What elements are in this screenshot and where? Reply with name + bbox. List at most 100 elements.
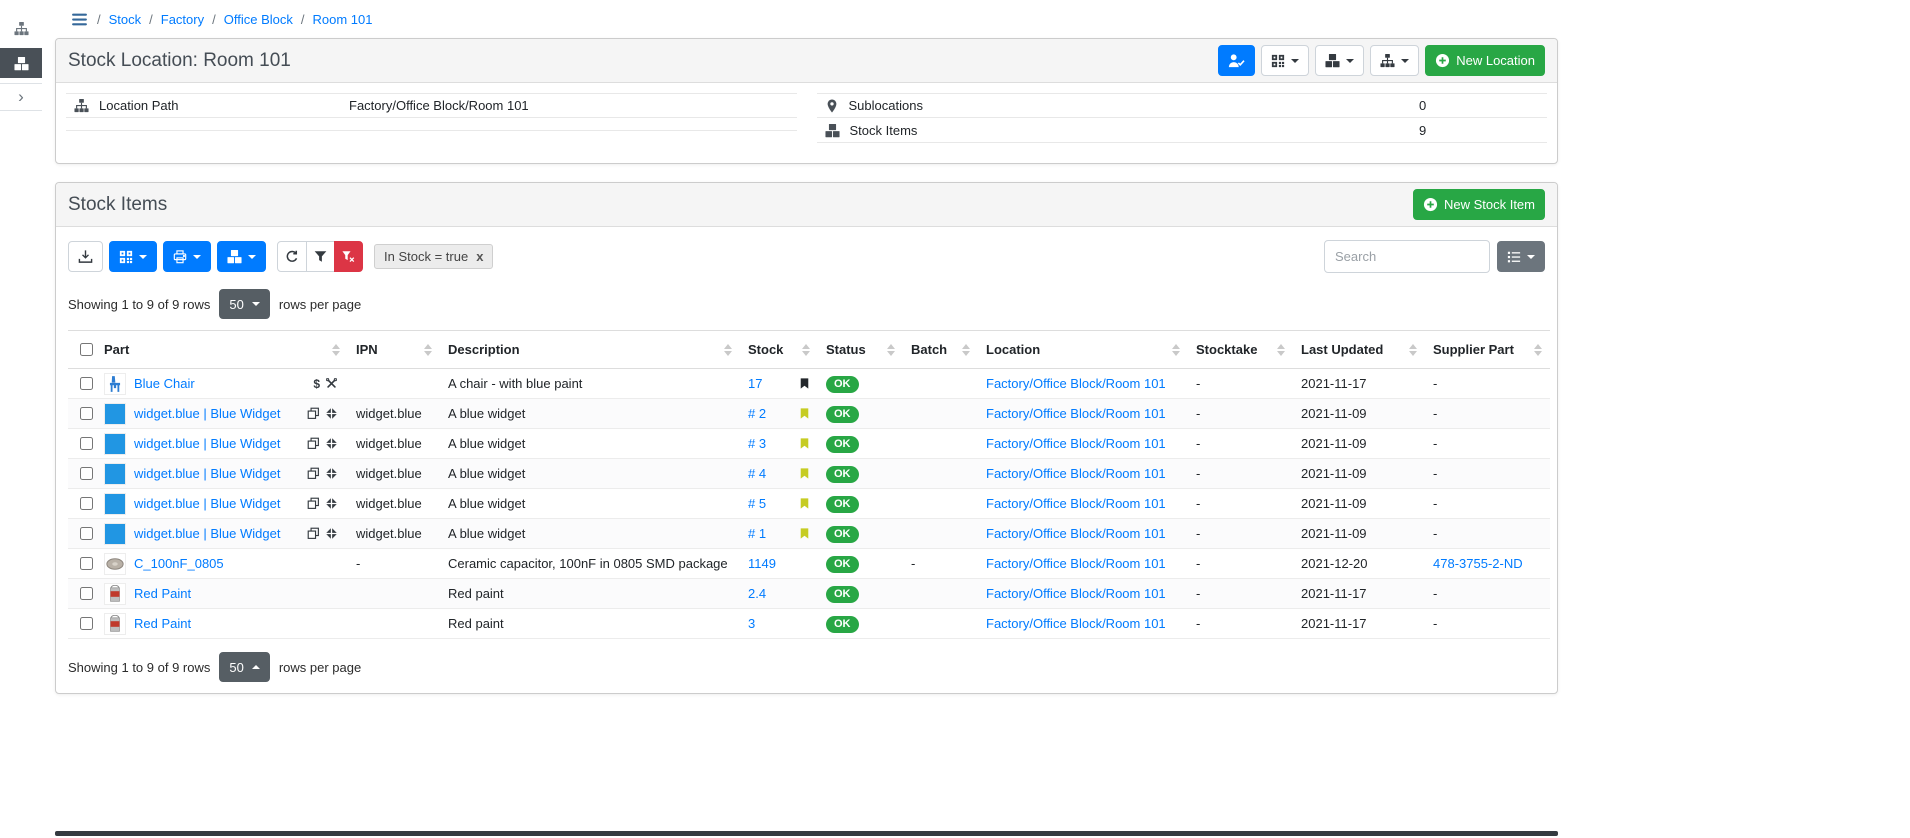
row-checkbox[interactable]	[80, 587, 93, 600]
sort-icon[interactable]	[887, 344, 895, 356]
column-header-batch[interactable]: Batch	[903, 331, 978, 369]
part-flags	[307, 407, 340, 420]
stock-link[interactable]: # 5	[748, 496, 766, 511]
sidebar-item-part-categories[interactable]	[0, 13, 42, 43]
sort-icon[interactable]	[424, 344, 432, 356]
column-header-supplier-part[interactable]: Supplier Part	[1425, 331, 1550, 369]
column-header-ipn[interactable]: IPN	[348, 331, 440, 369]
location-link[interactable]: Factory/Office Block/Room 101	[986, 556, 1166, 571]
sort-icon[interactable]	[724, 344, 732, 356]
stock-link[interactable]: # 3	[748, 436, 766, 451]
column-header-stock[interactable]: Stock	[740, 331, 818, 369]
print-actions-button[interactable]	[163, 241, 211, 272]
stock-link[interactable]: 17	[748, 376, 762, 391]
part-link[interactable]: Red Paint	[134, 616, 191, 631]
barcode-actions-button[interactable]	[109, 241, 157, 272]
column-header-last-updated[interactable]: Last Updated	[1293, 331, 1425, 369]
row-checkbox[interactable]	[80, 377, 93, 390]
column-header-location[interactable]: Location	[978, 331, 1188, 369]
sort-icon[interactable]	[802, 344, 810, 356]
page-size-dropdown[interactable]: 50	[219, 652, 269, 682]
row-checkbox[interactable]	[80, 557, 93, 570]
breadcrumb-link[interactable]: Room 101	[312, 12, 372, 27]
status-badge: OK	[826, 526, 859, 543]
table-wrap: PartIPNDescriptionStockStatusBatchLocati…	[56, 330, 1557, 641]
row-checkbox[interactable]	[80, 617, 93, 630]
copy-icon	[307, 527, 320, 540]
column-header-part[interactable]: Part	[96, 331, 348, 369]
location-actions-button[interactable]	[1370, 45, 1419, 76]
batch-cell	[903, 459, 978, 489]
location-link[interactable]: Factory/Office Block/Room 101	[986, 526, 1166, 541]
row-checkbox[interactable]	[80, 497, 93, 510]
breadcrumb-link[interactable]: Stock	[109, 12, 142, 27]
location-link[interactable]: Factory/Office Block/Room 101	[986, 406, 1166, 421]
sort-icon[interactable]	[1534, 344, 1542, 356]
column-header-stocktake[interactable]: Stocktake	[1188, 331, 1293, 369]
new-location-button[interactable]: New Location	[1425, 45, 1545, 76]
reload-button[interactable]	[277, 241, 307, 272]
stock-link[interactable]: # 4	[748, 466, 766, 481]
stock-link[interactable]: 1149	[748, 556, 776, 571]
part-link[interactable]: C_100nF_0805	[134, 556, 224, 571]
sort-icon[interactable]	[1409, 344, 1417, 356]
part-link[interactable]: widget.blue | Blue Widget	[134, 496, 280, 511]
stock-actions-button[interactable]	[1315, 45, 1364, 76]
ownership-button[interactable]	[1218, 45, 1255, 76]
breadcrumb-link[interactable]: Factory	[161, 12, 204, 27]
export-button[interactable]	[68, 241, 103, 272]
breadcrumb-link[interactable]: Office Block	[224, 12, 293, 27]
barcode-actions-button[interactable]	[1261, 45, 1309, 76]
part-link[interactable]: widget.blue | Blue Widget	[134, 526, 280, 541]
location-link[interactable]: Factory/Office Block/Room 101	[986, 376, 1166, 391]
part-link[interactable]: Red Paint	[134, 586, 191, 601]
column-header-description[interactable]: Description	[440, 331, 740, 369]
supplier-part-link[interactable]: 478-3755-2-ND	[1433, 556, 1523, 571]
location-link[interactable]: Factory/Office Block/Room 101	[986, 616, 1166, 631]
location-link[interactable]: Factory/Office Block/Room 101	[986, 466, 1166, 481]
stock-link[interactable]: # 1	[748, 526, 766, 541]
part-link[interactable]: widget.blue | Blue Widget	[134, 466, 280, 481]
part-link[interactable]: Blue Chair	[134, 376, 195, 391]
row-checkbox[interactable]	[80, 527, 93, 540]
row-checkbox[interactable]	[80, 437, 93, 450]
filter-clear-icon	[342, 250, 355, 263]
location-link[interactable]: Factory/Office Block/Room 101	[986, 586, 1166, 601]
sort-icon[interactable]	[962, 344, 970, 356]
printer-icon	[173, 250, 187, 264]
part-link[interactable]: widget.blue | Blue Widget	[134, 406, 280, 421]
location-link[interactable]: Factory/Office Block/Room 101	[986, 436, 1166, 451]
stock-header-actions: New Stock Item	[1413, 189, 1545, 220]
location-link[interactable]: Factory/Office Block/Room 101	[986, 496, 1166, 511]
add-filter-button[interactable]	[306, 241, 335, 272]
last-updated-cell: 2021-11-09	[1293, 489, 1425, 519]
location-details: Location PathFactory/Office Block/Room 1…	[56, 83, 1557, 163]
new-stock-item-button[interactable]: New Stock Item	[1413, 189, 1545, 220]
sort-icon[interactable]	[1277, 344, 1285, 356]
detail-row: Stock Items9	[817, 118, 1548, 143]
page-size-dropdown[interactable]: 50	[219, 289, 269, 319]
columns-button[interactable]	[1497, 241, 1545, 272]
sort-icon[interactable]	[1172, 344, 1180, 356]
row-checkbox[interactable]	[80, 407, 93, 420]
sidebar-expand-button[interactable]: ›	[0, 83, 42, 111]
stock-link[interactable]: 2.4	[748, 586, 766, 601]
row-checkbox[interactable]	[80, 467, 93, 480]
stock-options-button[interactable]	[217, 241, 266, 272]
filter-chip-remove[interactable]: x	[476, 249, 483, 264]
showing-text: Showing 1 to 9 of 9 rows	[68, 297, 210, 312]
location-panel: Stock Location: Room 101 New Location Lo…	[55, 38, 1558, 164]
stock-link[interactable]: # 2	[748, 406, 766, 421]
stock-link[interactable]: 3	[748, 616, 755, 631]
sort-icon[interactable]	[332, 344, 340, 356]
clear-filters-button[interactable]	[334, 241, 363, 272]
sidebar-item-stock-location[interactable]	[0, 48, 42, 78]
caret-down-icon	[139, 255, 147, 259]
column-header-status[interactable]: Status	[818, 331, 903, 369]
bookmark-icon	[799, 377, 810, 390]
tools-icon	[325, 377, 338, 390]
search-input[interactable]	[1324, 240, 1490, 273]
select-all-checkbox[interactable]	[80, 343, 93, 356]
hamburger-menu-icon[interactable]	[71, 11, 88, 28]
part-link[interactable]: widget.blue | Blue Widget	[134, 436, 280, 451]
